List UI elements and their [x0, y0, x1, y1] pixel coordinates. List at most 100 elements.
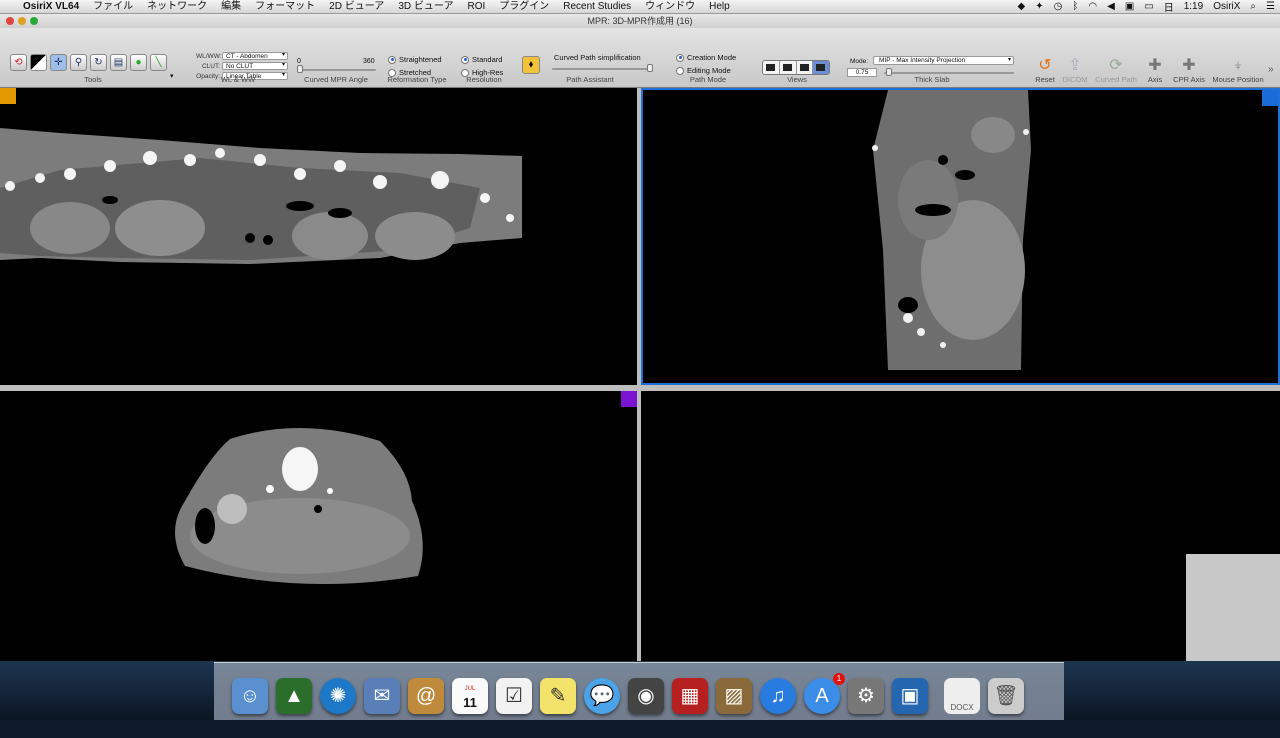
iphoto-icon[interactable]: ▨	[716, 678, 752, 714]
time-machine-icon[interactable]: ◷	[1049, 1, 1068, 12]
tool-rotate-icon[interactable]: ↻	[90, 54, 107, 71]
mpr-window: MPR: 3D-MPR作成用 (16) ⟲ ✛ ⚲ ↻ ▤ ● ╲ ▾ WL/W…	[0, 14, 1280, 661]
reset-icon[interactable]: ↺	[1034, 56, 1056, 76]
contacts-icon[interactable]: @	[408, 678, 444, 714]
tools-more-icon[interactable]: ▾	[170, 72, 174, 80]
menu-app-name[interactable]: OsiriX VL64	[16, 0, 86, 14]
viewport-orientation-marker	[0, 88, 16, 104]
simplification-thumb[interactable]	[647, 64, 653, 72]
bluetooth-icon[interactable]: ᛒ	[1067, 1, 1083, 12]
coronal-ct-image	[872, 90, 1031, 370]
menubar-clock[interactable]: 1:19	[1179, 1, 1208, 12]
sync-icon[interactable]: ✦	[1030, 1, 1048, 12]
curved-mpr-angle-slider[interactable]	[298, 69, 376, 71]
menu-network[interactable]: ネットワーク	[140, 0, 214, 14]
system-preferences-icon[interactable]: ⚙	[848, 678, 884, 714]
dropbox-icon[interactable]: ◆	[1013, 1, 1031, 12]
menu-file[interactable]: ファイル	[86, 0, 140, 14]
facetime-icon[interactable]: ◉	[628, 678, 664, 714]
angle-min-label: 0	[297, 58, 301, 65]
tool-wlww-icon[interactable]	[30, 54, 47, 71]
tool-length-icon[interactable]: ╲	[150, 54, 167, 71]
creation-mode-label: Creation Mode	[687, 53, 737, 62]
osirix-icon[interactable]: ▲	[276, 678, 312, 714]
menu-plugins[interactable]: プラグイン	[492, 0, 556, 14]
toolbar: ⟲ ✛ ⚲ ↻ ▤ ● ╲ ▾ WL/WW: CT - Abdomen CLUT…	[0, 28, 1280, 88]
label-wlww: WL & WW	[220, 75, 256, 84]
zoom-window-button[interactable]	[30, 17, 38, 25]
toolbar-overflow-icon[interactable]: »	[1268, 64, 1274, 75]
views-segmented-control[interactable]	[762, 60, 830, 75]
menu-2d-viewer[interactable]: 2D ビューア	[322, 0, 391, 14]
empty-viewport[interactable]	[641, 391, 1280, 661]
mouse-position-icon[interactable]: ⍖	[1227, 56, 1249, 76]
input-method-icon[interactable]: ▣	[1120, 1, 1139, 12]
sagittal-viewport[interactable]	[0, 88, 637, 385]
finder-icon[interactable]: ☺	[232, 678, 268, 714]
creation-mode-radio[interactable]: Creation Mode	[676, 53, 736, 62]
close-window-button[interactable]	[6, 17, 14, 25]
opacity-label: Opacity:	[196, 72, 220, 80]
label-curved-path: Curved Path	[1095, 75, 1137, 84]
straightened-radio[interactable]: Straightened	[388, 55, 442, 64]
tool-zoom-icon[interactable]: ⚲	[70, 54, 87, 71]
menu-roi[interactable]: ROI	[460, 0, 492, 14]
volume-icon[interactable]: ◀	[1102, 1, 1120, 12]
trash-icon[interactable]: 🗑	[988, 678, 1024, 714]
tool-scroll-icon[interactable]: ▤	[110, 54, 127, 71]
menu-3d-viewer[interactable]: 3D ビューア	[391, 0, 460, 14]
photo-booth-icon[interactable]: ▦	[672, 678, 708, 714]
simplification-slider[interactable]	[552, 68, 652, 70]
slab-thickness-slider[interactable]	[884, 72, 1014, 74]
spotlight-icon[interactable]: ⌕	[1245, 1, 1261, 12]
battery-icon[interactable]: ▭	[1139, 1, 1158, 12]
vmware-icon[interactable]: ▣	[892, 678, 928, 714]
reminders-icon[interactable]: ☑	[496, 678, 532, 714]
view-layout-2-button[interactable]	[779, 61, 797, 74]
menu-format[interactable]: フォーマット	[248, 0, 322, 14]
view-layout-4-button[interactable]	[813, 61, 829, 74]
standard-radio[interactable]: Standard	[461, 55, 502, 64]
docx-document-icon[interactable]: DOCX	[944, 678, 980, 714]
menu-edit[interactable]: 編集	[214, 0, 248, 14]
slab-thickness-thumb[interactable]	[886, 68, 892, 76]
calendar-icon[interactable]: JUL 11	[452, 678, 488, 714]
editing-mode-label: Editing Mode	[687, 66, 731, 75]
label-reset: Reset	[1035, 75, 1055, 84]
tool-move-icon[interactable]: ✛	[50, 54, 67, 71]
axial-ct-image	[175, 427, 423, 584]
menu-window[interactable]: ウィンドウ	[638, 0, 702, 14]
tool-contrast-icon[interactable]: ⟲	[10, 54, 27, 71]
curved-mpr-angle-thumb[interactable]	[297, 65, 303, 73]
notes-icon[interactable]: ✎	[540, 678, 576, 714]
viewport-orientation-marker	[621, 391, 637, 407]
minimize-window-button[interactable]	[18, 17, 26, 25]
coronal-viewport[interactable]	[641, 88, 1280, 385]
update-badge: 1	[833, 673, 845, 685]
view-layout-3-button[interactable]	[796, 61, 814, 74]
itunes-icon[interactable]: ♫	[760, 678, 796, 714]
cpr-axis-icon[interactable]: ✚	[1178, 56, 1200, 76]
mode-label: Mode:	[850, 58, 869, 65]
menu-recent-studies[interactable]: Recent Studies	[556, 0, 638, 14]
wifi-icon[interactable]: ◠	[1083, 1, 1102, 12]
thick-slab-mode-select[interactable]: MIP - Max Intensity Projection	[873, 56, 1014, 65]
axial-viewport[interactable]	[0, 391, 637, 661]
safari-icon[interactable]: ✺	[320, 678, 356, 714]
messages-icon[interactable]: 💬	[584, 678, 620, 714]
wl-select[interactable]: CT - Abdomen	[222, 52, 288, 60]
axis-icon[interactable]: ✚	[1144, 56, 1166, 76]
path-assistant-warning-icon[interactable]: ⬧	[522, 56, 540, 74]
notification-center-icon[interactable]: ☰	[1261, 1, 1280, 12]
view-layout-1-button[interactable]	[763, 61, 780, 74]
clut-select[interactable]: No CLUT	[222, 62, 288, 70]
editing-mode-radio[interactable]: Editing Mode	[676, 66, 731, 75]
menubar-user[interactable]: OsiriX	[1208, 1, 1245, 12]
wl-select-row: WL/WW: CT - Abdomen	[196, 52, 288, 60]
mail-bird-icon[interactable]: ✉	[364, 678, 400, 714]
label-views: Views	[787, 75, 807, 84]
app-store-icon[interactable]: A1	[804, 673, 845, 714]
tool-3d-point-icon[interactable]: ●	[130, 54, 147, 71]
menu-help[interactable]: Help	[702, 0, 737, 14]
slab-thickness-field[interactable]: 0.75	[847, 68, 877, 77]
